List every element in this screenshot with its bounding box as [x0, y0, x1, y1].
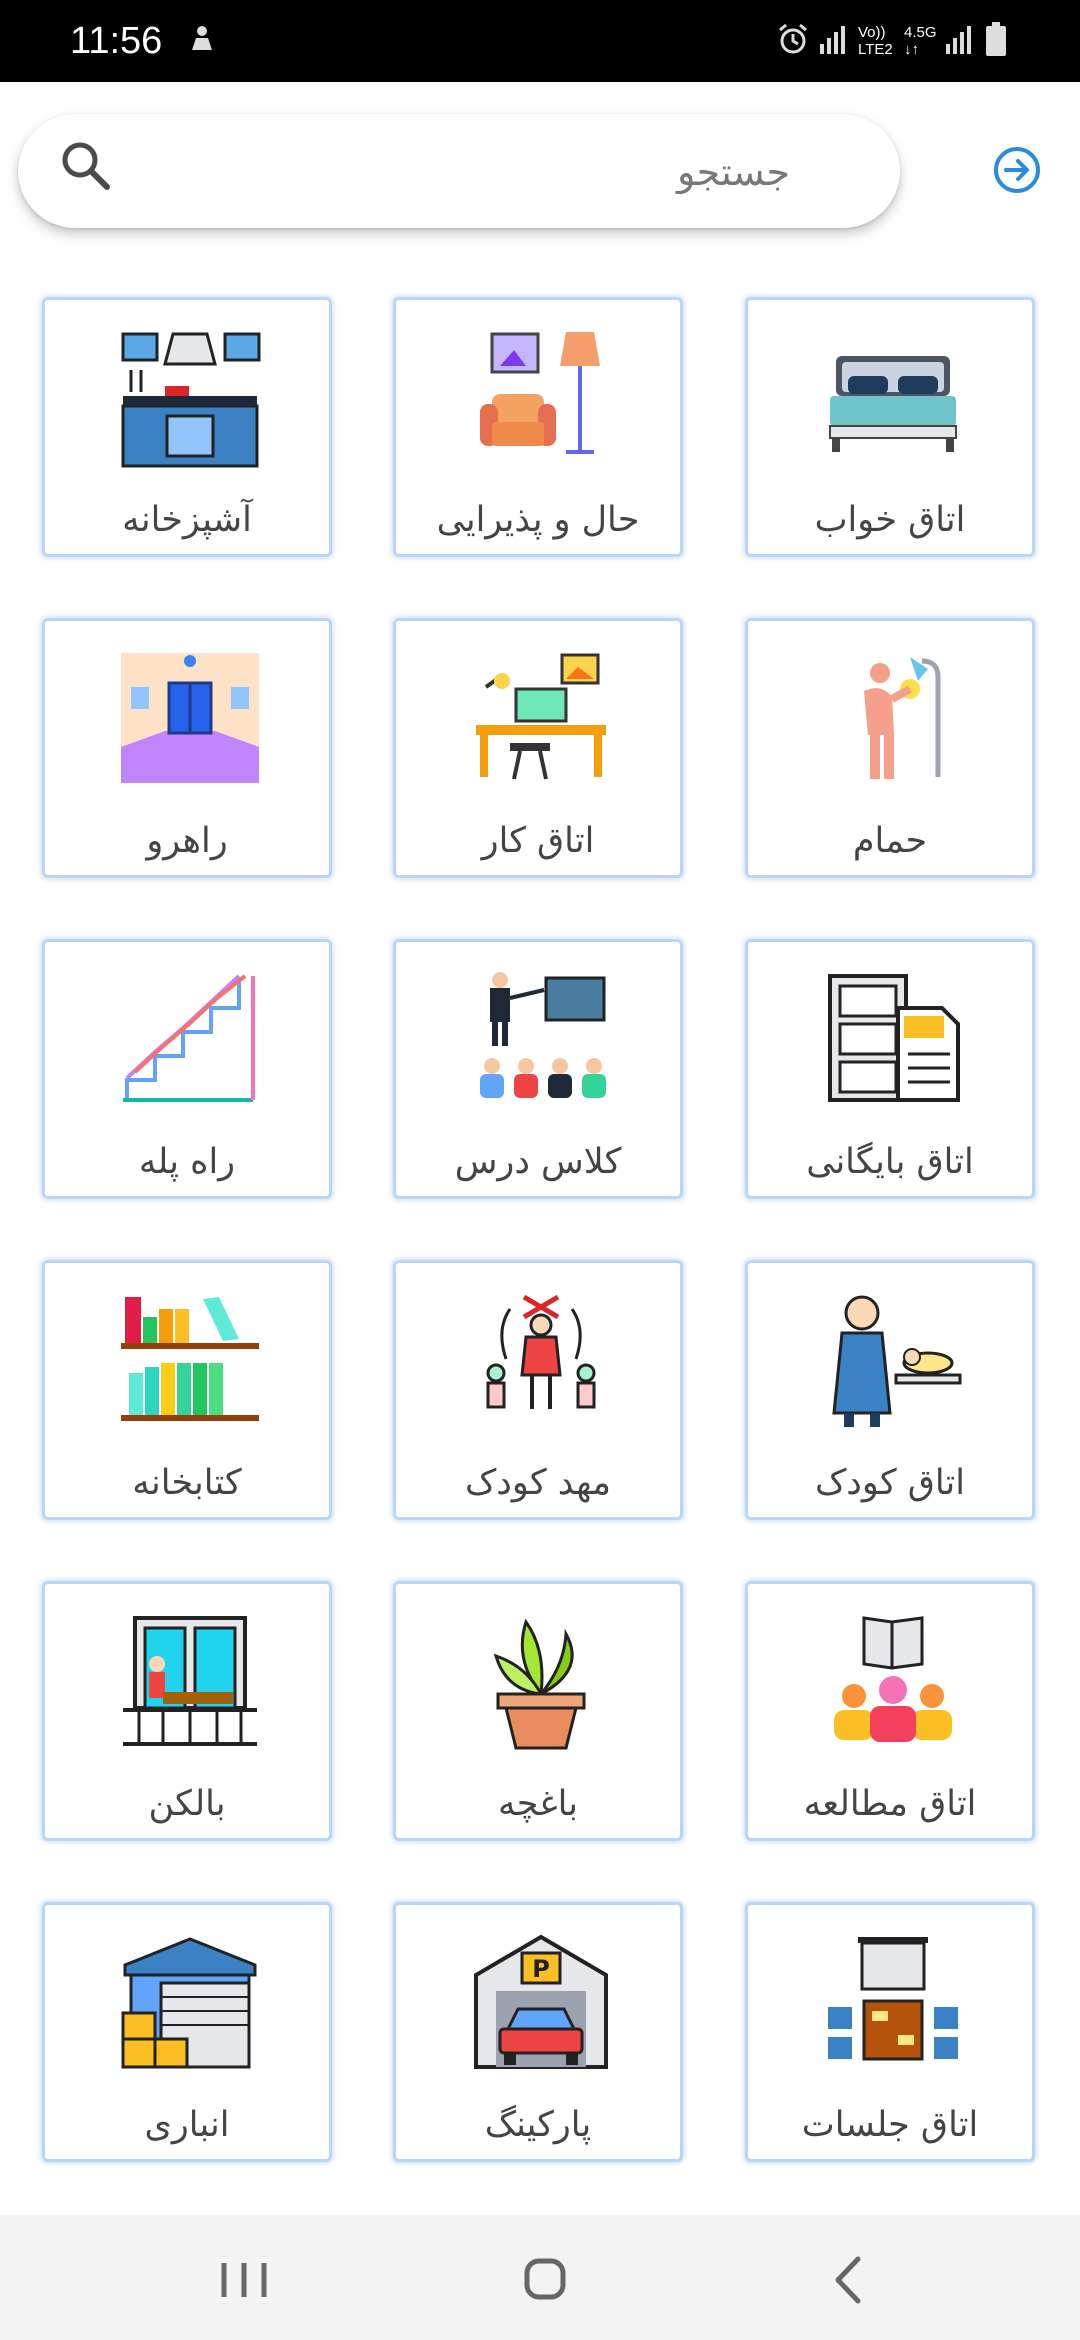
recent-apps-icon[interactable] [204, 2245, 284, 2315]
tile-label: اتاق خواب [814, 500, 966, 540]
tile-kindergarten[interactable]: مهد کودک [393, 1260, 683, 1520]
meeting-room-icon [828, 1937, 958, 2061]
kitchen-icon [121, 332, 261, 468]
tile-hallway[interactable]: راهرو [42, 618, 332, 878]
home-icon[interactable] [505, 2245, 585, 2315]
stairs-icon [123, 974, 255, 1102]
kindergarten-icon [486, 1294, 596, 1409]
bookshelf-icon [121, 1297, 259, 1421]
tile-label: مهد کودک [464, 1463, 612, 1503]
tile-storage[interactable]: انباری [42, 1902, 332, 2162]
tile-label: کلاس درس [454, 1142, 622, 1182]
tile-kitchen[interactable]: آشپزخانه [42, 297, 332, 557]
tile-label: بالکن [148, 1784, 226, 1824]
archive-icon [828, 974, 960, 1102]
tile-study-room[interactable]: اتاق مطالعه [745, 1581, 1035, 1841]
shower-icon [864, 657, 941, 779]
tile-label: حال و پذیرایی [436, 500, 640, 540]
tile-label: راهرو [146, 821, 228, 861]
tile-bedroom[interactable]: اتاق خواب [745, 297, 1035, 557]
tile-label: کتابخانه [132, 1463, 242, 1503]
tile-balcony[interactable]: بالکن [42, 1581, 332, 1841]
warehouse-icon [121, 1937, 257, 2069]
tile-label: راه پله [138, 1142, 236, 1182]
living-room-icon [480, 332, 600, 454]
svg-text:P: P [532, 1955, 550, 1983]
parking-garage-icon: P [474, 1934, 608, 2069]
tile-label: اتاق کودک [814, 1463, 966, 1503]
tile-bathroom[interactable]: حمام [745, 618, 1035, 878]
tile-label: انباری [144, 2105, 230, 2145]
tile-label: حمام [852, 821, 928, 861]
tile-classroom[interactable]: کلاس درس [393, 939, 683, 1199]
workspace-icon [476, 653, 606, 780]
tile-label: آشپزخانه [122, 500, 252, 540]
balcony-icon [123, 1616, 257, 1746]
tile-garden[interactable]: باغچه [393, 1581, 683, 1841]
tile-stairs[interactable]: راه پله [42, 939, 332, 1199]
tile-label: اتاق بایگانی [806, 1142, 974, 1182]
room-grid: اتاق خواب حال و پذیرایی آشپزخانه حمام ات… [0, 0, 1080, 2215]
tile-workspace[interactable]: اتاق کار [393, 618, 683, 878]
tile-parking[interactable]: P پارکینگ [393, 1902, 683, 2162]
study-group-icon [834, 1616, 952, 1742]
tile-label: پارکینگ [484, 2105, 592, 2145]
plant-pot-icon [493, 1618, 586, 1750]
hallway-icon [121, 653, 259, 783]
bed-icon [829, 356, 957, 452]
nursery-icon [832, 1295, 962, 1427]
tile-label: اتاق مطالعه [803, 1784, 977, 1824]
tile-nursery[interactable]: اتاق کودک [745, 1260, 1035, 1520]
tile-library[interactable]: کتابخانه [42, 1260, 332, 1520]
tile-archive-room[interactable]: اتاق بایگانی [745, 939, 1035, 1199]
system-nav-bar [0, 2215, 1080, 2340]
tile-living-room[interactable]: حال و پذیرایی [393, 297, 683, 557]
tile-label: اتاق کار [481, 821, 595, 861]
classroom-icon [480, 972, 606, 1098]
tile-meeting-room[interactable]: اتاق جلسات [745, 1902, 1035, 2162]
tile-label: اتاق جلسات [801, 2105, 979, 2145]
tile-label: باغچه [497, 1784, 579, 1824]
back-icon[interactable] [808, 2245, 888, 2315]
